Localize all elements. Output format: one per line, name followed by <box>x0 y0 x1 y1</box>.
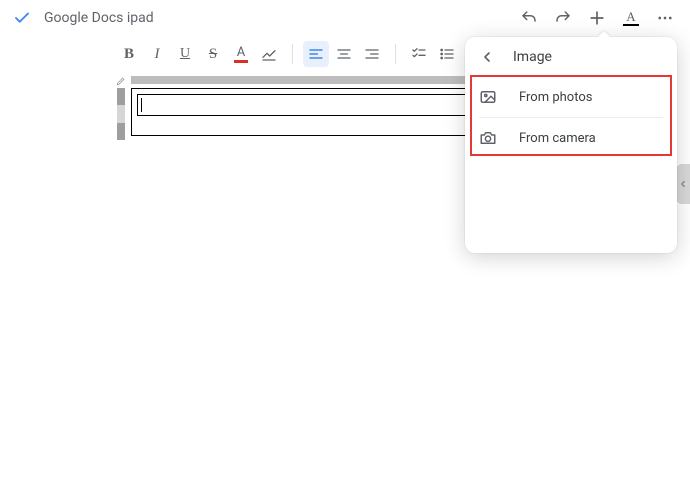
confirm-check-icon[interactable] <box>10 9 34 27</box>
from-camera-option[interactable]: From camera <box>465 118 677 158</box>
separator <box>292 44 293 64</box>
strikethrough-button[interactable]: S <box>200 41 226 67</box>
popover-title: Image <box>513 49 552 65</box>
title-bar: Google Docs ipad A <box>0 0 690 36</box>
checklist-button[interactable] <box>406 41 432 67</box>
side-drawer-handle[interactable] <box>676 164 690 204</box>
italic-button[interactable]: I <box>144 41 170 67</box>
text-format-icon[interactable]: A <box>620 7 642 29</box>
from-photos-option[interactable]: From photos <box>465 77 677 117</box>
align-left-button[interactable] <box>303 41 329 67</box>
photo-icon <box>479 88 499 106</box>
align-right-button[interactable] <box>359 41 385 67</box>
bold-button[interactable]: B <box>116 41 142 67</box>
align-center-button[interactable] <box>331 41 357 67</box>
highlight-button[interactable] <box>256 41 282 67</box>
camera-icon <box>479 129 499 147</box>
document-title[interactable]: Google Docs ipad <box>44 10 154 26</box>
insert-image-popover: Image From photos From camera <box>465 37 677 253</box>
bulleted-list-button[interactable] <box>434 41 460 67</box>
menu-label: From camera <box>519 131 596 146</box>
separator <box>395 44 396 64</box>
text-color-button[interactable]: A <box>228 41 254 67</box>
edit-corner-icon <box>116 76 126 86</box>
underline-button[interactable]: U <box>172 41 198 67</box>
insert-plus-icon[interactable] <box>586 7 608 29</box>
more-menu-icon[interactable] <box>654 7 676 29</box>
top-actions: A <box>518 7 680 29</box>
vertical-ruler <box>117 88 125 140</box>
menu-label: From photos <box>519 90 592 105</box>
popover-caret <box>598 31 610 37</box>
text-cursor <box>141 98 142 112</box>
back-chevron-icon[interactable] <box>479 49 497 65</box>
redo-icon[interactable] <box>552 7 574 29</box>
popover-header: Image <box>465 37 677 77</box>
undo-icon[interactable] <box>518 7 540 29</box>
